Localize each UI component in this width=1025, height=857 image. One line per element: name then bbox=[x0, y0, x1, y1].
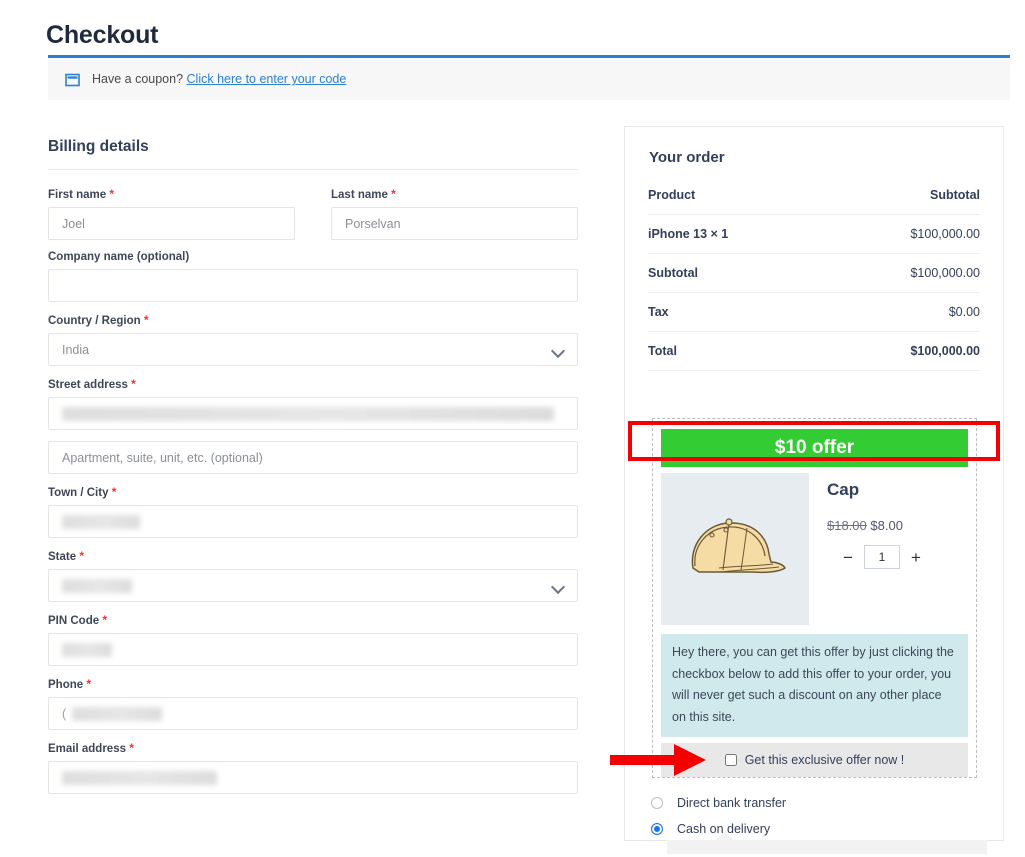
redacted-value bbox=[62, 770, 217, 785]
order-total-amount: $100,000.00 bbox=[825, 331, 980, 371]
order-heading: Your order bbox=[649, 149, 725, 166]
email-field-group: Email address * bbox=[48, 741, 578, 794]
payment-option-direct-bank-transfer[interactable]: Direct bank transfer bbox=[648, 790, 988, 816]
required-marker: * bbox=[143, 313, 149, 327]
order-table: Product Subtotal iPhone 13 × 1 $100,000.… bbox=[648, 188, 980, 371]
order-line-amount: $100,000.00 bbox=[825, 214, 980, 254]
column-product: Product bbox=[648, 188, 826, 215]
quantity-decrease-button[interactable]: − bbox=[843, 549, 853, 566]
first-name-field-group: First name * Joel bbox=[48, 187, 295, 240]
quantity-stepper: − 1 + bbox=[843, 545, 921, 569]
table-row: Tax $0.00 bbox=[648, 292, 980, 332]
coupon-notice-bar: Have a coupon? Click here to enter your … bbox=[48, 55, 1010, 100]
required-marker: * bbox=[79, 549, 84, 563]
offer-checkbox-row[interactable]: Get this exclusive offer now ! bbox=[661, 743, 968, 777]
required-marker: * bbox=[102, 613, 107, 627]
state-label: State * bbox=[48, 549, 84, 563]
radio-icon[interactable] bbox=[651, 797, 663, 809]
required-marker: * bbox=[86, 677, 92, 691]
table-row: Total $100,000.00 bbox=[648, 331, 980, 371]
offer-price: $18.00 $8.00 bbox=[827, 518, 921, 533]
offer-banner[interactable]: $10 offer bbox=[661, 429, 968, 467]
phone-value-prefix: ( bbox=[62, 706, 67, 721]
table-row: iPhone 13 × 1 $100,000.00 bbox=[648, 214, 980, 254]
phone-label: Phone * bbox=[48, 677, 92, 691]
redacted-value bbox=[62, 514, 140, 529]
last-name-input[interactable]: Porselvan bbox=[331, 207, 578, 240]
required-marker: * bbox=[111, 485, 117, 499]
apartment-input[interactable]: Apartment, suite, unit, etc. (optional) bbox=[48, 441, 578, 474]
redacted-value bbox=[72, 706, 163, 721]
phone-input[interactable]: ( bbox=[48, 697, 578, 730]
country-label: Country / Region * bbox=[48, 313, 149, 327]
section-divider bbox=[48, 169, 578, 170]
offer-checkbox-label[interactable]: Get this exclusive offer now ! bbox=[745, 753, 905, 767]
order-line-amount: $0.00 bbox=[825, 292, 980, 332]
company-label: Company name (optional) bbox=[48, 251, 190, 263]
redacted-value bbox=[62, 406, 554, 421]
street-address-input[interactable] bbox=[48, 397, 578, 430]
country-field-group: Country / Region * India bbox=[48, 313, 578, 366]
billing-details-section: Billing details First name * Joel Last n… bbox=[48, 138, 578, 805]
order-line-amount: $100,000.00 bbox=[825, 253, 980, 293]
checkout-page: Checkout Have a coupon? Click here to en… bbox=[0, 0, 1025, 857]
coupon-question: Have a coupon? bbox=[92, 72, 184, 86]
offer-product-name: Cap bbox=[827, 480, 860, 499]
payment-option-label: Direct bank transfer bbox=[677, 796, 787, 810]
radio-icon-selected[interactable] bbox=[651, 823, 663, 835]
state-select[interactable] bbox=[48, 569, 578, 602]
payment-method-description bbox=[667, 831, 987, 854]
billing-details-heading: Billing details bbox=[48, 138, 149, 155]
town-field-group: Town / City * bbox=[48, 485, 578, 538]
quantity-increase-button[interactable]: + bbox=[911, 549, 921, 566]
required-marker: * bbox=[131, 377, 136, 391]
page-title: Checkout bbox=[46, 20, 159, 49]
required-marker: * bbox=[391, 187, 396, 201]
table-header-row: Product Subtotal bbox=[648, 188, 980, 215]
last-name-field-group: Last name * Porselvan bbox=[331, 187, 578, 240]
country-selected-value: India bbox=[62, 342, 90, 357]
phone-field-group: Phone * ( bbox=[48, 677, 578, 730]
offer-price-discounted: $8.00 bbox=[870, 518, 903, 533]
company-field-group: Company name (optional) bbox=[48, 251, 578, 302]
coupon-text: Have a coupon? Click here to enter your … bbox=[92, 72, 346, 86]
order-line-label: Subtotal bbox=[648, 253, 826, 293]
email-address-label: Email address * bbox=[48, 741, 134, 755]
required-marker: * bbox=[129, 741, 134, 755]
first-name-label: First name * bbox=[48, 187, 115, 201]
first-name-input[interactable]: Joel bbox=[48, 207, 295, 240]
required-marker: * bbox=[109, 187, 115, 201]
coupon-link[interactable]: Click here to enter your code bbox=[187, 72, 347, 86]
upsell-offer-box: $10 offer Cap $18.00 $8.00 − 1 + Hey the… bbox=[652, 418, 977, 778]
country-select[interactable]: India bbox=[48, 333, 578, 366]
pin-field-group: PIN Code * bbox=[48, 613, 578, 666]
order-line-label: Tax bbox=[648, 292, 826, 332]
redacted-value bbox=[62, 642, 112, 657]
table-row: Subtotal $100,000.00 bbox=[648, 253, 980, 293]
pin-code-label: PIN Code * bbox=[48, 613, 107, 627]
apartment-field-group: Apartment, suite, unit, etc. (optional) bbox=[48, 441, 578, 474]
town-city-label: Town / City * bbox=[48, 485, 117, 499]
pin-code-input[interactable] bbox=[48, 633, 578, 666]
payment-methods: Direct bank transfer Cash on delivery bbox=[648, 790, 988, 854]
order-total-label: Total bbox=[648, 331, 826, 371]
coupon-tag-icon bbox=[65, 72, 80, 87]
last-name-label: Last name * bbox=[331, 187, 396, 201]
redacted-value bbox=[62, 578, 132, 593]
street-field-group: Street address * bbox=[48, 377, 578, 430]
town-city-input[interactable] bbox=[48, 505, 578, 538]
state-field-group: State * bbox=[48, 549, 578, 602]
email-input[interactable] bbox=[48, 761, 578, 794]
offer-checkbox[interactable] bbox=[724, 754, 737, 766]
street-address-label: Street address * bbox=[48, 377, 136, 391]
quantity-input[interactable]: 1 bbox=[863, 545, 900, 569]
offer-price-original: $18.00 bbox=[827, 518, 867, 533]
order-line-label: iPhone 13 × 1 bbox=[648, 214, 826, 254]
offer-note-text: Hey there, you can get this offer by jus… bbox=[661, 634, 968, 737]
payment-option-cash-on-delivery[interactable]: Cash on delivery bbox=[648, 816, 988, 842]
company-input[interactable] bbox=[48, 269, 578, 302]
column-subtotal: Subtotal bbox=[825, 188, 980, 215]
baseball-cap-image bbox=[661, 473, 809, 625]
